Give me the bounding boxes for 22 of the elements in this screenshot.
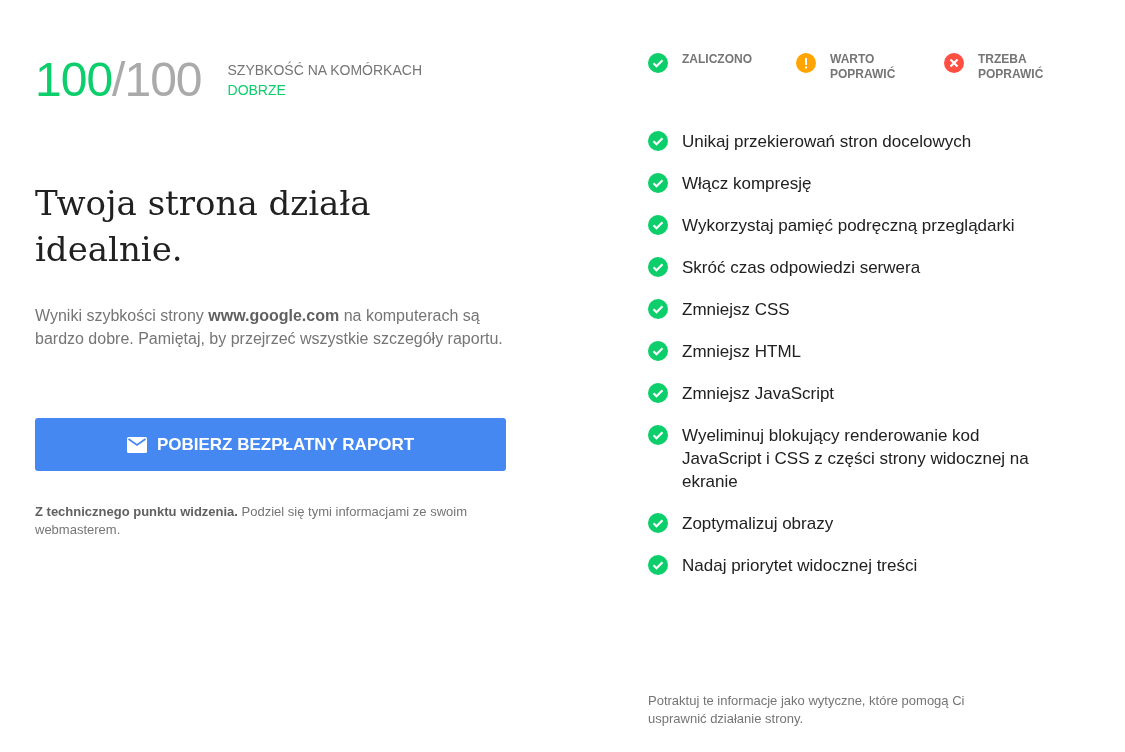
rule-label: Skróć czas odpowiedzi serwera [682, 257, 922, 279]
rule-label: Włącz kompresję [682, 173, 813, 195]
rule-label: Wyeliminuj blokujący renderowanie kod JavaScript i CSS z części strony widocznej na ekranie [682, 425, 1030, 493]
rule-label: Zmniejsz JavaScript [682, 383, 836, 405]
mail-icon [126, 436, 147, 453]
technical-note: Z technicznego punktu widzenia. Podziel się tymi informacjami ze swoim webmasterem. [35, 503, 468, 539]
rule-label: Zoptymalizuj obrazy [682, 513, 835, 535]
headline: Twoja strona działa idealnie. [35, 182, 372, 271]
footnote: Potraktuj te informacje jako wytyczne, które pomogą Ci usprawnić działanie strony. [648, 692, 966, 728]
rule-label: Zmniejsz HTML [682, 341, 802, 363]
score-label: SZYBKOŚĆ NA KOMÓRKACH [227, 60, 422, 80]
download-report-button[interactable]: POBIERZ BEZPŁATNY RAPORT [35, 418, 506, 471]
rule-label: Unikaj przekierowań stron docelowych [682, 131, 973, 153]
score-rating: DOBRZE [227, 81, 287, 100]
score: 100/100 [35, 52, 202, 108]
rule-label: Zmniejsz CSS [682, 299, 791, 321]
summary-text: Wyniki szybkości strony www.google.com na komputerach są bardzo dobre. Pamiętaj, by przejrzeć wszystkie szczegóły raportu. [35, 306, 504, 349]
legend-label: TRZEBA POPRAWIĆ [978, 52, 1045, 82]
rule-label: Nadaj priorytet widocznej treści [682, 555, 919, 577]
legend-label: ZALICZONO [682, 52, 752, 67]
legend-label: WARTO POPRAWIĆ [830, 52, 897, 82]
rule-label: Wykorzystaj pamięć podręczną przeglądarki [682, 215, 1016, 237]
